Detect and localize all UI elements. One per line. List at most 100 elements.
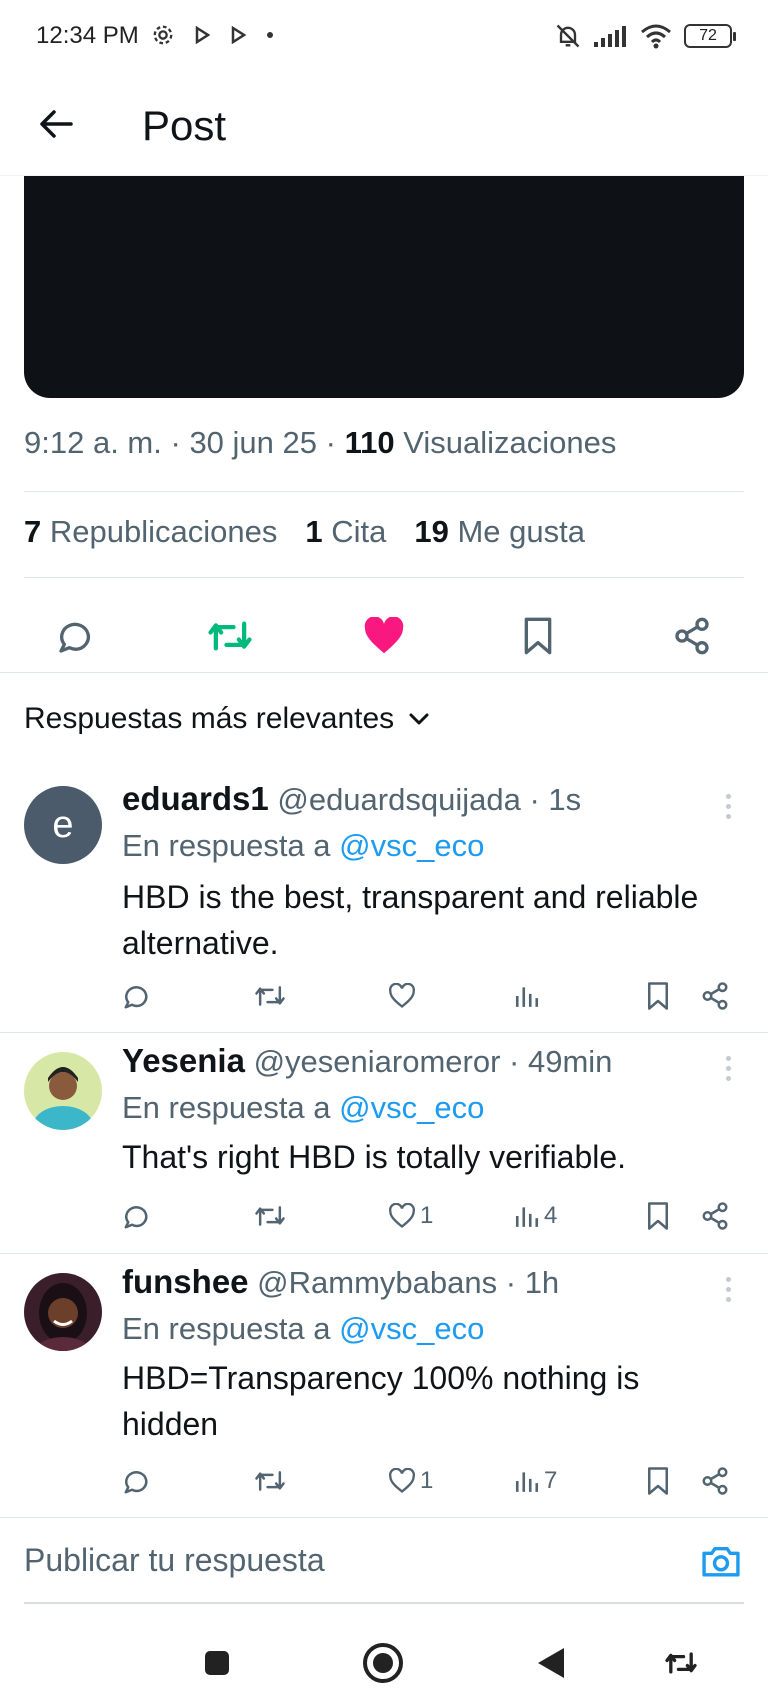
reply-item[interactable]: e eduards1 @eduardsquijada · 1s En respu… bbox=[0, 770, 768, 1032]
divider bbox=[24, 491, 744, 492]
repost-icon bbox=[255, 986, 285, 1006]
avatar[interactable]: e bbox=[24, 786, 102, 864]
views-button[interactable] bbox=[514, 976, 544, 1016]
reply-header: eduards1 @eduardsquijada · 1s bbox=[122, 780, 582, 817]
rotate-button[interactable] bbox=[656, 1638, 706, 1688]
divider bbox=[0, 1253, 768, 1254]
reply-input[interactable]: Publicar tu respuesta bbox=[24, 1542, 325, 1579]
share-button[interactable] bbox=[700, 976, 730, 1016]
reply-item[interactable]: Yesenia @yeseniaromeror · 49min En respu… bbox=[0, 1034, 768, 1252]
back-button[interactable] bbox=[32, 100, 80, 148]
quotes-stat[interactable]: 1 Cita bbox=[305, 514, 386, 550]
views-count: 4 bbox=[544, 1202, 558, 1229]
home-button[interactable] bbox=[358, 1638, 408, 1688]
post-media[interactable] bbox=[24, 176, 744, 398]
reply-author-name[interactable]: funshee bbox=[122, 1263, 249, 1300]
square-icon bbox=[205, 1651, 229, 1675]
share-icon bbox=[702, 1202, 728, 1230]
in-reply-to: En respuesta a @vsc_eco bbox=[122, 1090, 484, 1126]
reply-author-name[interactable]: eduards1 bbox=[122, 780, 269, 817]
reply-button[interactable] bbox=[48, 608, 104, 664]
back-nav-button[interactable] bbox=[526, 1638, 576, 1688]
likes-stat[interactable]: 19 Me gusta bbox=[414, 514, 585, 550]
camera-button[interactable] bbox=[698, 1538, 744, 1584]
more-options-button[interactable] bbox=[716, 786, 740, 826]
arrow-left-icon bbox=[40, 110, 73, 138]
analytics-icon bbox=[515, 1472, 539, 1492]
repost-button[interactable] bbox=[254, 1196, 286, 1236]
in-reply-to: En respuesta a @vsc_eco bbox=[122, 1311, 484, 1347]
separator: · bbox=[325, 425, 336, 460]
views-count: 7 bbox=[544, 1467, 558, 1494]
in-reply-to-link[interactable]: @vsc_eco bbox=[339, 1090, 484, 1125]
divider bbox=[0, 672, 768, 673]
reply-item[interactable]: funshee @Rammybabans · 1h En respuesta a… bbox=[0, 1255, 768, 1517]
divider bbox=[0, 1032, 768, 1033]
reply-author-handle[interactable]: @yeseniaromeror bbox=[254, 1044, 501, 1079]
heart-icon bbox=[389, 983, 415, 1008]
likes-label: Me gusta bbox=[457, 514, 585, 549]
reply-text: HBD=Transparency 100% nothing is hidden bbox=[122, 1360, 640, 1442]
like-button[interactable] bbox=[356, 608, 412, 664]
post-time: 9:12 a. m. bbox=[24, 425, 162, 460]
reposts-stat[interactable]: 7 Republicaciones bbox=[24, 514, 277, 550]
share-button[interactable] bbox=[700, 1196, 730, 1236]
reply-author-name[interactable]: Yesenia bbox=[122, 1042, 245, 1079]
share-button[interactable] bbox=[664, 608, 720, 664]
signal-icon bbox=[594, 26, 626, 47]
heart-icon bbox=[389, 1203, 415, 1228]
bookmark-button[interactable] bbox=[646, 976, 670, 1016]
reply-author-handle[interactable]: @Rammybabans bbox=[257, 1265, 497, 1300]
reply-composer[interactable]: Publicar tu respuesta bbox=[24, 1518, 744, 1604]
more-options-button[interactable] bbox=[716, 1048, 740, 1088]
bookmark-button[interactable] bbox=[646, 1196, 670, 1236]
repost-button[interactable] bbox=[254, 1461, 286, 1501]
repost-button[interactable] bbox=[202, 608, 258, 664]
in-reply-to-link[interactable]: @vsc_eco bbox=[339, 828, 484, 863]
views-label: Visualizaciones bbox=[403, 425, 617, 460]
recents-button[interactable] bbox=[192, 1638, 242, 1688]
reply-actions: 1 7 bbox=[0, 1461, 768, 1501]
bookmark-button[interactable] bbox=[510, 608, 566, 664]
like-count: 1 bbox=[420, 1202, 434, 1229]
reply-button[interactable] bbox=[122, 976, 152, 1016]
bookmark-button[interactable] bbox=[646, 1461, 670, 1501]
like-button[interactable]: 1 bbox=[388, 1461, 433, 1501]
status-left-icons bbox=[152, 24, 274, 46]
quotes-label: Cita bbox=[331, 514, 387, 549]
avatar[interactable] bbox=[24, 1273, 102, 1351]
reply-author-handle[interactable]: @eduardsquijada bbox=[277, 782, 520, 817]
comment-icon bbox=[124, 1471, 148, 1494]
heart-filled-icon bbox=[364, 617, 404, 654]
reply-button[interactable] bbox=[122, 1461, 152, 1501]
reply-header: Yesenia @yeseniaromeror · 49min bbox=[122, 1042, 613, 1079]
views-button[interactable]: 7 bbox=[514, 1461, 557, 1501]
heart-icon bbox=[389, 1468, 415, 1493]
replies-sort-button[interactable]: Respuestas más relevantes bbox=[24, 702, 430, 736]
views-button[interactable]: 4 bbox=[514, 1196, 557, 1236]
comment-icon bbox=[124, 1206, 148, 1229]
bookmark-icon bbox=[648, 1467, 668, 1495]
quotes-count: 1 bbox=[305, 514, 323, 549]
home-circle-icon bbox=[363, 1643, 403, 1683]
wifi-icon bbox=[641, 24, 671, 49]
reply-header: funshee @Rammybabans · 1h bbox=[122, 1263, 560, 1300]
avatar[interactable] bbox=[24, 1052, 102, 1130]
like-button[interactable]: 1 bbox=[388, 1196, 433, 1236]
reply-text: HBD is the best, transparent and reliabl… bbox=[122, 879, 699, 961]
more-options-button[interactable] bbox=[716, 1269, 740, 1309]
gear-icon bbox=[153, 25, 173, 45]
like-button[interactable] bbox=[388, 976, 420, 1016]
battery-icon: 72 bbox=[684, 24, 736, 48]
system-nav-bar bbox=[0, 1612, 768, 1707]
share-button[interactable] bbox=[700, 1461, 730, 1501]
post-meta: 9:12 a. m. · 30 jun 25 · 110 Visualizaci… bbox=[24, 425, 616, 461]
like-count: 1 bbox=[420, 1467, 434, 1494]
status-bar: 12:34 PM 72 bbox=[0, 0, 768, 78]
repost-button[interactable] bbox=[254, 976, 286, 1016]
bookmark-icon bbox=[648, 982, 668, 1010]
reply-button[interactable] bbox=[122, 1196, 152, 1236]
in-reply-to-link[interactable]: @vsc_eco bbox=[339, 1311, 484, 1346]
top-bar: Post bbox=[0, 78, 768, 176]
play-icon bbox=[231, 26, 246, 44]
